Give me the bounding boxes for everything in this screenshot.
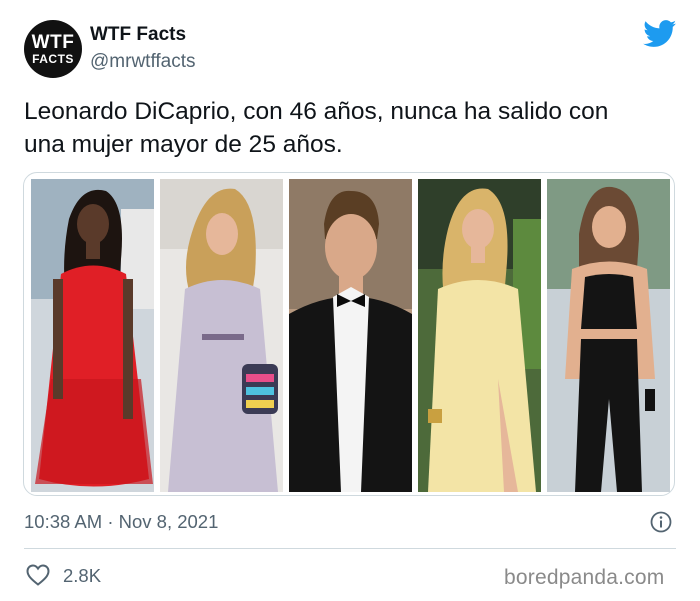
like-count[interactable]: 2.8K [63,565,101,587]
tweet-time: 10:38 AM [24,511,103,532]
info-icon[interactable] [650,511,672,533]
tweet-text-line-2: una mujer mayor de 25 años. [24,131,343,158]
avatar-text-top: WTF [31,32,75,53]
photo-woman-red-dress[interactable] [31,179,154,492]
watermark: boredpanda.com [504,566,665,589]
avatar[interactable]: WTF FACTS [24,20,82,78]
photo-woman-black-outfit[interactable] [547,179,670,492]
heart-icon[interactable] [26,564,50,586]
photo-man-tuxedo[interactable] [289,179,412,492]
author-display-name[interactable]: WTF Facts [90,24,186,46]
tweet-date: Nov 8, 2021 [118,511,219,532]
twitter-bird-icon[interactable] [643,20,677,48]
photo-woman-yellow-gown[interactable] [418,179,541,492]
timestamp-separator: · [107,511,114,532]
tweet-media[interactable] [23,172,675,496]
avatar-text-bottom: FACTS [32,52,74,66]
photo-woman-lilac-dress[interactable] [160,179,283,492]
tweet-timestamp[interactable]: 10:38 AM · Nov 8, 2021 [24,511,218,533]
tweet-text-line-1: Leonardo DiCaprio, con 46 años, nunca ha… [24,98,609,125]
tweet-text: Leonardo DiCaprio, con 46 años, nunca ha… [24,95,684,161]
divider [24,548,676,549]
author-handle[interactable]: @mrwtffacts [90,51,196,73]
